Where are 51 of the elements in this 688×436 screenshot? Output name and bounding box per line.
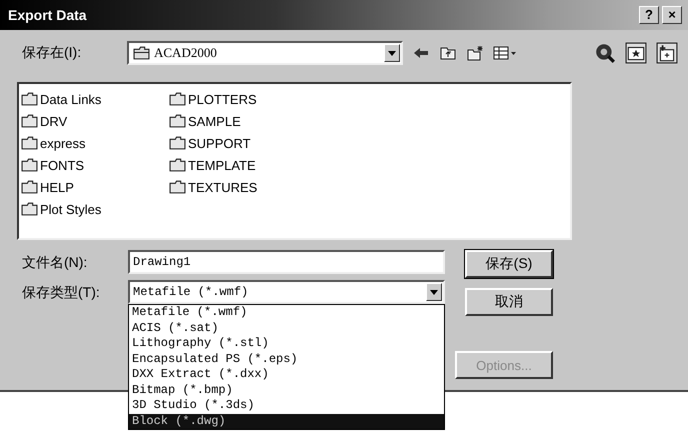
search-globe-icon[interactable] xyxy=(594,42,616,64)
folder-icon xyxy=(133,46,150,60)
folder-icon xyxy=(169,92,186,106)
file-type-option[interactable]: ACIS (*.sat) xyxy=(129,320,444,336)
file-type-dropdown[interactable]: Metafile (*.wmf) xyxy=(128,280,445,304)
folder-icon xyxy=(21,202,38,216)
folder-icon xyxy=(169,158,186,172)
folder-item[interactable]: Data Links xyxy=(21,88,169,110)
folder-icon xyxy=(21,180,38,194)
folder-icon xyxy=(21,92,38,106)
title-bar-button[interactable]: ? xyxy=(639,6,659,24)
back-arrow-icon[interactable] xyxy=(412,45,430,61)
folder-item[interactable]: HELP xyxy=(21,176,169,198)
dialog-button[interactable]: 取消 xyxy=(465,288,553,316)
folder-item[interactable]: FONTS xyxy=(21,154,169,176)
file-name-label: 文件名(N): xyxy=(22,253,88,272)
window-title: Export Data xyxy=(8,7,87,23)
save-in-label: 保存在(I): xyxy=(22,44,82,62)
folder-icon xyxy=(21,114,38,128)
folder-icon xyxy=(169,136,186,150)
folder-icon xyxy=(169,180,186,194)
file-type-option[interactable]: DXX Extract (*.dxx) xyxy=(129,367,444,382)
file-type-label: 保存类型(T): xyxy=(22,283,101,302)
save-in-value: ACAD2000 xyxy=(154,45,218,61)
folder-item[interactable]: TEXTURES xyxy=(169,176,317,198)
dialog-button[interactable]: 保存(S) xyxy=(465,250,553,278)
view-menu-icon[interactable] xyxy=(493,45,517,61)
folder-item[interactable]: DRV xyxy=(21,110,169,132)
file-type-option[interactable]: Metafile (*.wmf) xyxy=(129,305,444,320)
folder-icon xyxy=(21,136,38,150)
folder-icon xyxy=(21,158,38,172)
save-in-dropdown[interactable]: ACAD2000 xyxy=(127,41,403,65)
file-type-option[interactable]: 3D Studio (*.3ds) xyxy=(129,398,444,414)
up-folder-icon[interactable] xyxy=(439,45,457,61)
folder-item[interactable]: TEMPLATE xyxy=(169,154,317,176)
folder-icon xyxy=(169,114,186,128)
add-folder-icon[interactable] xyxy=(656,42,678,64)
file-type-option[interactable]: Encapsulated PS (*.eps) xyxy=(129,352,444,367)
file-name-field[interactable]: Drawing1 xyxy=(128,250,445,274)
file-type-option[interactable]: Lithography (*.stl) xyxy=(129,336,444,352)
new-folder-icon[interactable] xyxy=(466,45,484,61)
file-type-value: Metafile (*.wmf) xyxy=(132,285,250,299)
folder-item[interactable]: Plot Styles xyxy=(21,198,169,220)
title-bar-button[interactable]: × xyxy=(662,6,682,24)
folder-item[interactable]: express xyxy=(21,132,169,154)
folder-item[interactable]: PLOTTERS xyxy=(169,88,317,110)
file-type-option[interactable]: Bitmap (*.bmp) xyxy=(129,382,444,398)
favorites-folder-icon[interactable] xyxy=(625,42,647,64)
file-type-option[interactable]: Block (*.dwg) xyxy=(129,414,444,429)
folder-item[interactable]: SAMPLE xyxy=(169,110,317,132)
folder-item[interactable]: SUPPORT xyxy=(169,132,317,154)
